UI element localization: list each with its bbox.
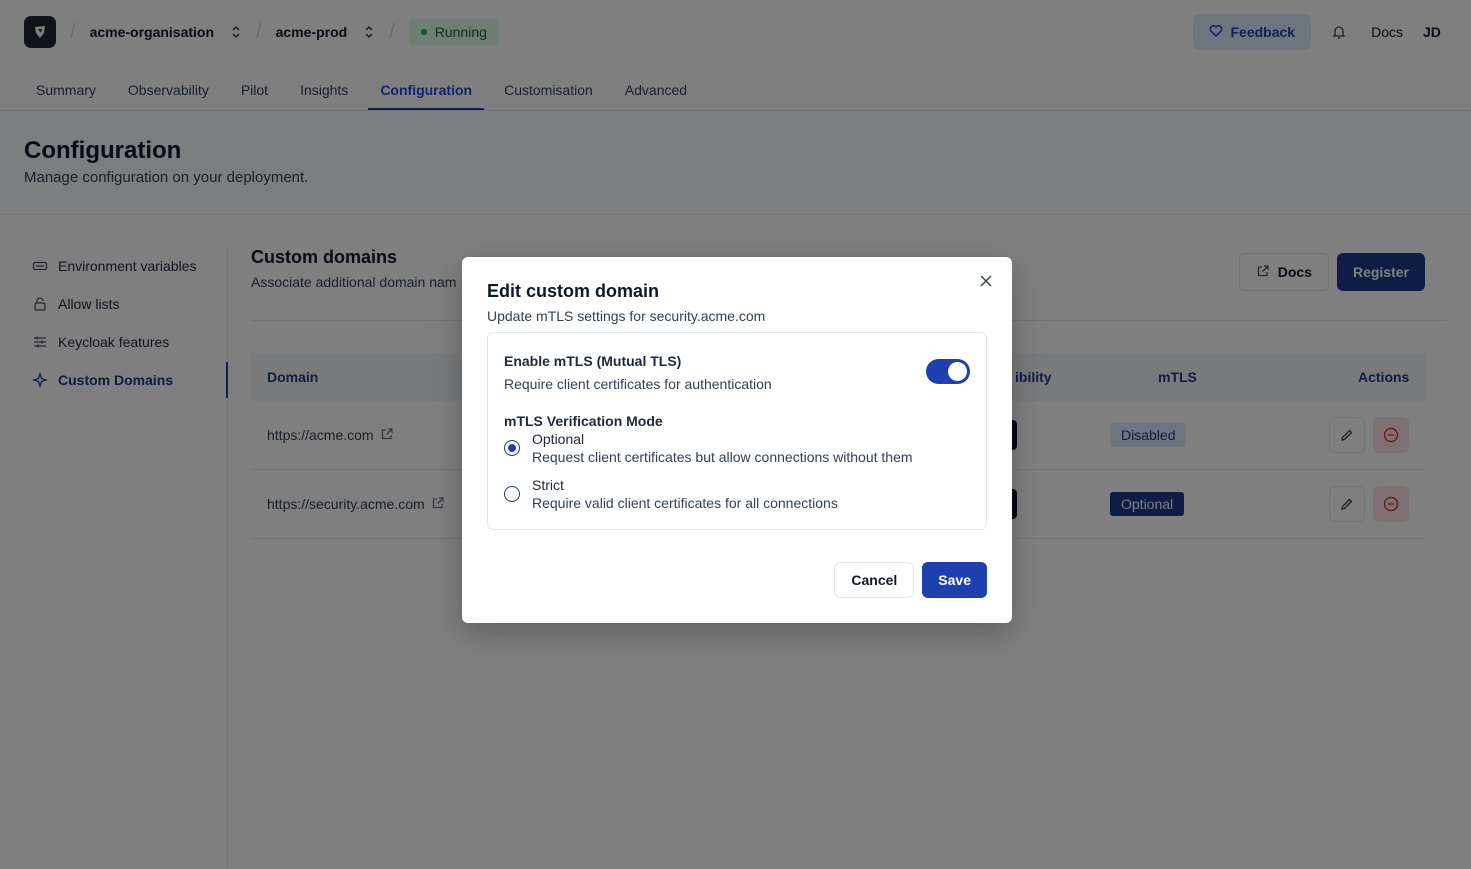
dialog-title: Edit custom domain	[487, 281, 660, 301]
close-icon[interactable]	[978, 273, 994, 289]
radio-option-title: Strict	[532, 477, 564, 493]
mtls-settings-card: Enable mTLS (Mutual TLS) Require client …	[487, 332, 987, 530]
save-button[interactable]: Save	[922, 562, 987, 598]
mtls-toggle-switch[interactable]	[926, 359, 970, 384]
radio-button-strict[interactable]	[504, 486, 520, 502]
mtls-toggle-description: Require client certificates for authenti…	[504, 376, 772, 392]
edit-domain-dialog: Edit custom domain Update mTLS settings …	[462, 257, 1012, 623]
radio-option-description: Require valid client certificates for al…	[532, 495, 838, 511]
radio-option-optional[interactable]: Optional Request client certificates but…	[504, 431, 913, 466]
toggle-knob	[948, 362, 967, 381]
radio-option-description: Request client certificates but allow co…	[532, 449, 913, 465]
radio-option-strict[interactable]: Strict Require valid client certificates…	[504, 477, 838, 512]
radio-button-optional[interactable]	[504, 440, 520, 456]
mtls-toggle-title: Enable mTLS (Mutual TLS)	[504, 353, 682, 369]
verification-mode-label: mTLS Verification Mode	[504, 413, 663, 429]
radio-selected-dot	[508, 444, 516, 452]
cancel-button[interactable]: Cancel	[834, 562, 915, 598]
radio-option-title: Optional	[532, 431, 585, 447]
dialog-subtitle: Update mTLS settings for security.acme.c…	[487, 308, 766, 324]
